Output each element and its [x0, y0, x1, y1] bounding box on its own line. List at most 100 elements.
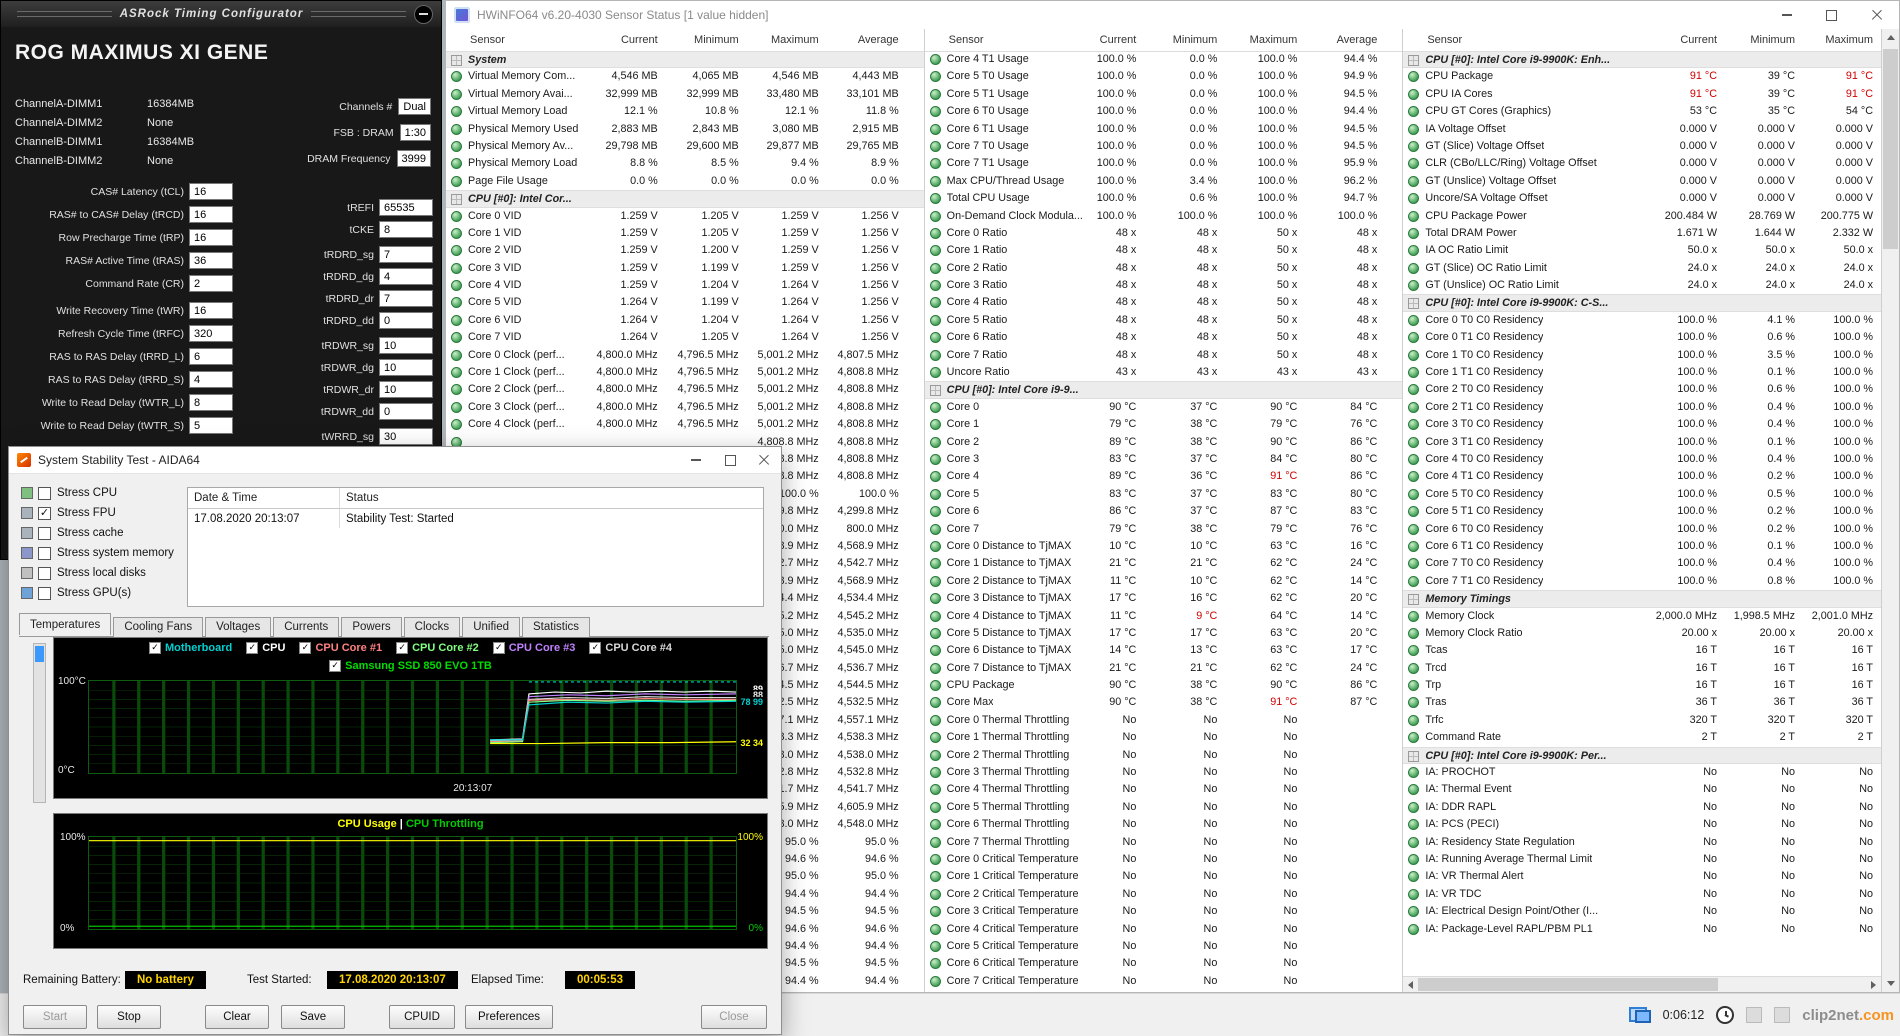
sensor-row[interactable]: IA: Running Average Thermal Limit No No No	[1403, 851, 1881, 868]
scroll-up-arrow[interactable]	[1882, 29, 1899, 46]
sensor-row[interactable]: Core 3 T1 C0 Residency 100.0 % 0.1 % 100.0 …	[1403, 434, 1881, 451]
sensor-row[interactable]: Core 4 Critical Temperature No No No	[925, 921, 1403, 938]
sensor-row[interactable]: CPU IA Cores 91 °C 39 °C 91 °C	[1403, 86, 1881, 103]
sensor-row[interactable]: Trfc 320 T 320 T 320 T	[1403, 712, 1881, 729]
sensor-row[interactable]: Core 0 Thermal Throttling No No No	[925, 712, 1403, 729]
sensor-row[interactable]: GT (Slice) OC Ratio Limit 24.0 x 24.0 x 24.…	[1403, 260, 1881, 277]
sensor-row[interactable]: IA: Thermal Event No No No	[1403, 781, 1881, 798]
timing-value-field[interactable]: 7	[379, 290, 433, 307]
sensor-row[interactable]: Core 5 T0 C0 Residency 100.0 % 0.5 % 100.0 …	[1403, 486, 1881, 503]
column-header[interactable]: Minimum	[694, 29, 739, 51]
sensor-row[interactable]: Core 6 Critical Temperature No No No	[925, 955, 1403, 972]
stress-checkbox[interactable]	[38, 586, 51, 600]
sensor-row[interactable]: Core 3 83 °C 37 °C 84 °C 80 °C	[925, 451, 1403, 468]
timing-value-field[interactable]: 0	[379, 403, 433, 420]
cpuid-button[interactable]: CPUID	[389, 1005, 455, 1029]
minimize-button[interactable]	[679, 447, 713, 473]
sensor-row[interactable]: Virtual Memory Load 12.1 % 10.8 % 12.1 % 11.…	[446, 103, 924, 120]
network-monitors-icon[interactable]	[1628, 1007, 1651, 1023]
sensor-row[interactable]: Core 4 89 °C 36 °C 91 °C 86 °C	[925, 468, 1403, 485]
scroll-left-arrow[interactable]	[1403, 977, 1418, 992]
sensor-row[interactable]: Core 6 Distance to TjMAX 14 °C 13 °C 63 °C 1…	[925, 642, 1403, 659]
sensor-row[interactable]: Physical Memory Used 2,883 MB 2,843 MB 3,08…	[446, 121, 924, 138]
sensor-row[interactable]: Core 3 Ratio 48 x 48 x 50 x 48 x	[925, 277, 1403, 294]
timing-value-field[interactable]: 6	[189, 348, 233, 365]
column-header[interactable]: Minimum	[1173, 29, 1218, 51]
stress-checkbox[interactable]	[38, 486, 51, 500]
sensor-row[interactable]: IA: Electrical Design Point/Other (I... N…	[1403, 903, 1881, 920]
sensor-row[interactable]: Core 3 Critical Temperature No No No	[925, 903, 1403, 920]
preferences-button[interactable]: Preferences	[465, 1005, 553, 1029]
sensor-row[interactable]: Core 2 VID 1.259 V 1.200 V 1.259 V 1.256 V	[446, 242, 924, 259]
stop-button[interactable]: Stop	[97, 1005, 161, 1029]
sensor-group-row[interactable]: CPU [#0]: Intel Core i9-9900K: C-S...	[1403, 294, 1882, 312]
sensor-row[interactable]: Virtual Memory Com... 4,546 MB 4,065 MB 4,5…	[446, 68, 924, 85]
sensor-group-row[interactable]: CPU [#0]: Intel Core i9-9900K: Per...	[1403, 746, 1882, 765]
stress-item[interactable]: ✓ Stress FPU	[21, 503, 174, 523]
sensor-group-row[interactable]: System	[446, 51, 924, 69]
sensor-row[interactable]: Core Max 90 °C 38 °C 91 °C 87 °C	[925, 694, 1403, 711]
sensor-row[interactable]: Core 7 T0 Usage 100.0 % 0.0 % 100.0 % 94.5 %	[925, 138, 1403, 155]
clock-icon[interactable]	[1716, 1006, 1735, 1024]
sensor-row[interactable]: Core 4 T1 Usage 100.0 % 0.0 % 100.0 % 94.4 %	[925, 51, 1403, 68]
column-header[interactable]: Current	[1100, 29, 1137, 51]
sensor-row[interactable]: Core 0 Distance to TjMAX 10 °C 10 °C 63 °C 1…	[925, 538, 1403, 555]
sensor-row[interactable]: Core 2 Thermal Throttling No No No	[925, 747, 1403, 764]
stress-item[interactable]: Stress system memory	[21, 543, 174, 563]
legend-checkbox[interactable]: ✓	[589, 642, 602, 654]
sensor-row[interactable]: Core 1 T0 C0 Residency 100.0 % 3.5 % 100.0 …	[1403, 347, 1881, 364]
scroll-right-arrow[interactable]	[1866, 977, 1881, 992]
sensor-row[interactable]: Core 7 T0 C0 Residency 100.0 % 0.4 % 100.0 …	[1403, 555, 1881, 572]
sensor-row[interactable]: IA: VR TDC No No No	[1403, 886, 1881, 903]
sensor-row[interactable]: Core 6 T1 C0 Residency 100.0 % 0.1 % 100.0 …	[1403, 538, 1881, 555]
sensor-row[interactable]: Core 2 Ratio 48 x 48 x 50 x 48 x	[925, 260, 1403, 277]
sensor-row[interactable]: Core 5 Critical Temperature No No No	[925, 938, 1403, 955]
legend-item[interactable]: ✓ Motherboard	[148, 642, 232, 654]
stress-checkbox[interactable]	[38, 526, 51, 540]
sensor-row[interactable]: Max CPU/Thread Usage 100.0 % 3.4 % 100.0 % 9…	[925, 173, 1403, 190]
timing-value-field[interactable]: 36	[189, 252, 233, 269]
timing-value-field[interactable]: 4	[189, 371, 233, 388]
sensor-row[interactable]: GT (Unslice) OC Ratio Limit 24.0 x 24.0 x 2…	[1403, 277, 1881, 294]
tab-powers[interactable]: Powers	[341, 617, 402, 637]
sensor-row[interactable]: Core 3 Distance to TjMAX 17 °C 16 °C 62 °C 2…	[925, 590, 1403, 607]
sensor-row[interactable]: Core 5 Ratio 48 x 48 x 50 x 48 x	[925, 312, 1403, 329]
column-header[interactable]: Minimum	[1750, 29, 1795, 51]
sensor-row[interactable]: IA: PCS (PECI) No No No	[1403, 816, 1881, 833]
vertical-scroll-thumb[interactable]	[1883, 49, 1899, 249]
timing-value-field[interactable]: 5	[189, 417, 233, 434]
timing-value-field[interactable]: 8	[189, 394, 233, 411]
close-button[interactable]	[1854, 1, 1899, 29]
sensor-row[interactable]: Tcas 16 T 16 T 16 T	[1403, 642, 1881, 659]
sensor-group-row[interactable]: CPU [#0]: Intel Core i9-9900K: Enh...	[1403, 51, 1882, 69]
sensor-row[interactable]: Core 0 Critical Temperature No No No	[925, 851, 1403, 868]
tray-app-icon[interactable]	[1746, 1007, 1763, 1023]
stress-checkbox[interactable]	[38, 566, 51, 580]
tray-app-icon[interactable]	[1774, 1007, 1791, 1023]
sensor-row[interactable]: IA: Residency State Regulation No No No	[1403, 834, 1881, 851]
maximize-button[interactable]	[713, 447, 747, 473]
column-header-sensor[interactable]: Sensor	[1427, 29, 1462, 51]
sensor-row[interactable]: Core 6 86 °C 37 °C 87 °C 83 °C	[925, 503, 1403, 520]
legend-checkbox[interactable]: ✓	[299, 642, 312, 654]
timing-value-field[interactable]: 65535	[379, 199, 433, 216]
legend-item[interactable]: ✓ CPU	[246, 642, 285, 654]
sensor-row[interactable]: Tras 36 T 36 T 36 T	[1403, 694, 1881, 711]
timing-value-field[interactable]: 16	[189, 206, 233, 223]
sensor-row[interactable]: IA: Package-Level RAPL/PBM PL1 No No No	[1403, 921, 1881, 938]
legend-checkbox[interactable]: ✓	[329, 660, 342, 672]
column-header[interactable]: Average	[858, 29, 899, 51]
column-header[interactable]: Maximum	[1250, 29, 1298, 51]
tab-voltages[interactable]: Voltages	[205, 617, 272, 637]
sensor-row[interactable]: Core 0 90 °C 37 °C 90 °C 84 °C	[925, 399, 1403, 416]
sensor-row[interactable]: Core 3 Clock (perf... 4,800.0 MHz 4,796.5 …	[446, 399, 924, 416]
timing-value-field[interactable]: 0	[379, 312, 433, 329]
sensor-row[interactable]: Core 4 Thermal Throttling No No No	[925, 781, 1403, 798]
sensor-row[interactable]: Core 7 Distance to TjMAX 21 °C 21 °C 62 °C 2…	[925, 660, 1403, 677]
minimize-button[interactable]	[1764, 1, 1809, 29]
sensor-row[interactable]: Command Rate 2 T 2 T 2 T	[1403, 729, 1881, 746]
sensor-row[interactable]: Core 7 Ratio 48 x 48 x 50 x 48 x	[925, 347, 1403, 364]
timing-value-field[interactable]: 16	[189, 302, 233, 319]
start-button[interactable]: Start	[23, 1005, 87, 1029]
tab-statistics[interactable]: Statistics	[522, 617, 591, 637]
